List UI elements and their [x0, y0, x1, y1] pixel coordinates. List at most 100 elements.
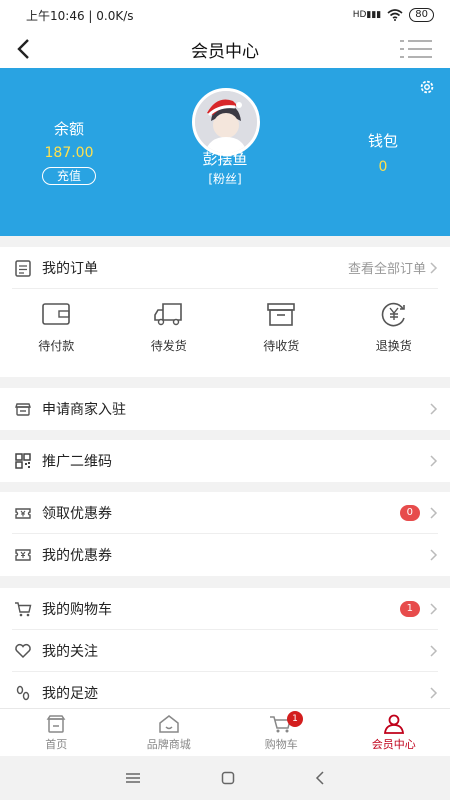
tab-label: 会员中心	[371, 737, 416, 751]
settings-gear-icon[interactable]	[418, 78, 436, 96]
user-tag: [粉丝]	[208, 172, 242, 186]
merchant-card: 申请商家入驻	[0, 388, 450, 430]
cart-tab-badge: 1	[287, 711, 303, 727]
tab-label: 首页	[45, 737, 68, 751]
avatar-image	[195, 91, 257, 153]
order-status-label: 待付款	[38, 338, 75, 353]
user-icon	[383, 714, 404, 734]
qrcode-icon	[12, 450, 34, 472]
box-icon	[267, 302, 296, 326]
wallet-block[interactable]: 钱包 0	[354, 130, 412, 175]
chevron-right-icon	[430, 644, 438, 657]
chevron-right-icon	[430, 602, 438, 615]
view-all-orders-label: 查看全部订单	[347, 262, 426, 277]
menu-item-follow[interactable]: 我的关注	[12, 630, 438, 672]
chevron-wrap: 1	[399, 600, 438, 617]
yen-refresh-icon	[381, 302, 405, 326]
chevron-right-icon	[430, 261, 438, 274]
order-status-pending-payment[interactable]: 待付款	[11, 301, 101, 354]
chevron-wrap	[428, 454, 438, 468]
menu-item-label: 我的购物车	[42, 601, 112, 618]
chevron-right-icon	[430, 687, 438, 699]
heart-icon	[12, 640, 34, 662]
system-nav-bar	[0, 756, 450, 800]
menu-item-label: 申请商家入驻	[42, 402, 126, 418]
tab-label: 品牌商城	[146, 737, 191, 751]
chevron-wrap	[428, 644, 438, 658]
chevron-wrap: 0	[399, 504, 438, 521]
profile-header: 余额 187.00 充值 彭摆鱼 [粉丝] 钱包 0	[0, 68, 450, 236]
menu-item-label: 我的关注	[42, 643, 98, 660]
home-icon	[46, 714, 66, 733]
back-nav-icon[interactable]	[315, 771, 325, 785]
balance-block[interactable]: 余额 187.00 充值	[38, 118, 100, 185]
cart-count-badge: 1	[399, 600, 420, 617]
status-time: 上午10:46 | 0.0K/s	[26, 8, 134, 23]
truck-icon	[153, 302, 182, 325]
chevron-right-icon	[430, 403, 438, 415]
wallet-value: 0	[378, 159, 388, 175]
coupon-count-badge: 0	[399, 504, 420, 521]
menu-item-label: 领取优惠券	[42, 505, 112, 522]
status-icons: HD▮▮▮ 80	[353, 8, 434, 22]
shopping-card: 我的购物车 1 我的关注 我的足迹	[0, 588, 450, 708]
cart-icon	[12, 598, 34, 620]
menu-item-cart[interactable]: 我的购物车 1	[12, 588, 438, 630]
menu-icon[interactable]	[400, 38, 432, 60]
status-bar: 上午10:46 | 0.0K/s HD▮▮▮ 80	[0, 0, 450, 30]
qrcode-card: 推广二维码	[0, 440, 450, 482]
coupon-yen-icon	[12, 544, 34, 566]
back-icon[interactable]	[14, 36, 34, 62]
chevron-right-icon	[430, 506, 438, 519]
order-status-pending-receipt[interactable]: 待收货	[236, 301, 326, 354]
order-status-label: 待发货	[150, 338, 187, 353]
tab-brand-mall[interactable]: 品牌商城	[113, 709, 226, 756]
wallet-icon	[42, 302, 71, 325]
chevron-right-icon	[430, 455, 438, 467]
battery-indicator: 80	[409, 8, 434, 22]
home-nav-icon[interactable]	[221, 771, 235, 785]
chevron-wrap	[428, 548, 438, 562]
wifi-icon	[387, 9, 403, 21]
username: 彭摆鱼	[202, 150, 248, 168]
house-icon	[159, 714, 179, 733]
order-status-label: 退换货	[375, 338, 412, 353]
order-status-returns[interactable]: 退换货	[349, 301, 439, 354]
clipboard-icon	[12, 257, 34, 279]
menu-item-merchant[interactable]: 申请商家入驻	[12, 388, 438, 430]
tab-cart[interactable]: 1 购物车	[225, 709, 338, 756]
avatar[interactable]	[192, 88, 260, 156]
orders-card: 我的订单 查看全部订单 待付款 待发货 待收货 退换货	[0, 247, 450, 377]
order-status-pending-shipment[interactable]: 待发货	[124, 301, 214, 354]
order-status-list: 待付款 待发货 待收货 退换货	[0, 289, 450, 365]
tab-member-center[interactable]: 会员中心	[338, 709, 450, 756]
footprint-icon	[12, 682, 34, 704]
menu-item-my-coupon[interactable]: 我的优惠券	[12, 534, 438, 576]
bottom-tab-bar: 首页 品牌商城 1 购物车 会员中心	[0, 708, 450, 756]
recent-apps-icon[interactable]	[125, 772, 141, 784]
coupon-icon	[12, 502, 34, 524]
balance-value: 187.00	[44, 145, 94, 161]
balance-label: 余额	[53, 120, 84, 138]
menu-item-get-coupon[interactable]: 领取优惠券 0	[12, 492, 438, 534]
store-icon	[12, 398, 34, 420]
coupons-card: 领取优惠券 0 我的优惠券	[0, 492, 450, 576]
recharge-button[interactable]: 充值	[41, 167, 96, 185]
title-bar: 会员中心	[0, 30, 450, 68]
menu-item-qrcode[interactable]: 推广二维码	[12, 440, 438, 482]
tab-label: 购物车	[264, 737, 298, 751]
signal-icon: HD▮▮▮	[352, 10, 382, 20]
tab-home[interactable]: 首页	[0, 709, 113, 756]
view-all-orders-link[interactable]: 查看全部订单	[348, 258, 438, 277]
orders-header-row[interactable]: 我的订单 查看全部订单	[12, 247, 438, 289]
chevron-right-icon	[430, 549, 438, 561]
order-status-label: 待收货	[263, 338, 300, 353]
wallet-label: 钱包	[367, 132, 398, 150]
menu-item-label: 我的优惠券	[42, 548, 112, 564]
page-title: 会员中心	[191, 41, 259, 62]
chevron-wrap	[428, 402, 438, 416]
chevron-wrap	[428, 686, 438, 700]
menu-item-label: 我的足迹	[42, 686, 98, 702]
menu-item-label: 推广二维码	[42, 454, 112, 470]
orders-title: 我的订单	[42, 260, 98, 277]
